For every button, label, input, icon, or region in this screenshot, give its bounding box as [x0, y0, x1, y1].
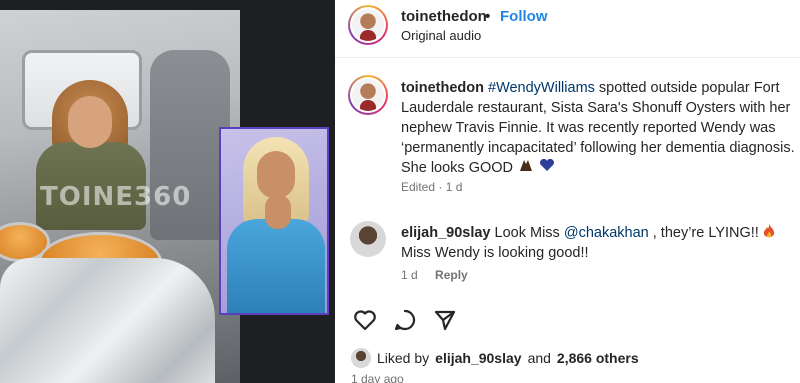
post-panel: toinethedon • Follow Original audio toin…	[335, 0, 800, 383]
caption-avatar[interactable]	[348, 75, 388, 115]
comment-text: elijah_90slay Look Miss @chakakhan , the…	[401, 223, 797, 263]
comment-mention[interactable]: @chakakhan	[564, 225, 649, 241]
likes-summary: Liked by elijah_90slay and 2,866 others	[351, 348, 639, 368]
heart-icon[interactable]	[353, 309, 377, 331]
caption-text: toinethedon #WendyWilliams spotted outsi…	[401, 78, 797, 178]
caption-username[interactable]: toinethedon	[401, 80, 484, 96]
video-frame: TOINE360	[0, 10, 240, 383]
caption-meta: Edited · 1 d	[401, 180, 463, 194]
caption-hashtag[interactable]: #WendyWilliams	[488, 80, 595, 96]
commenter-username[interactable]: elijah_90slay	[401, 225, 491, 241]
comment-age: 1 d	[401, 268, 418, 282]
author-username[interactable]: toinethedon	[401, 8, 487, 25]
hands-icon	[520, 160, 533, 172]
post-header: toinethedon • Follow Original audio	[335, 0, 800, 58]
inset-photo	[219, 127, 329, 315]
reply-button[interactable]: Reply	[435, 268, 468, 282]
liker-avatar[interactable]	[351, 348, 371, 368]
action-bar	[353, 306, 457, 334]
foil-wrap	[0, 258, 215, 383]
comment-meta: 1 d Reply	[401, 268, 482, 282]
comment-body: Miss Wendy is looking good!!	[401, 245, 589, 261]
watermark: TOINE360	[40, 182, 192, 212]
audio-label[interactable]: Original audio	[401, 28, 481, 43]
author-avatar[interactable]	[348, 5, 388, 45]
likes-others[interactable]: 2,866 others	[557, 350, 639, 366]
commenter-avatar[interactable]	[350, 221, 386, 257]
share-icon[interactable]	[433, 308, 457, 332]
comment-body: , they’re LYING!!	[648, 225, 763, 241]
post-date: 1 day ago	[351, 372, 404, 383]
likes-and: and	[527, 350, 551, 366]
comment-icon[interactable]	[393, 308, 417, 332]
likes-prefix: Liked by	[377, 350, 430, 366]
follow-button[interactable]: Follow	[500, 8, 548, 25]
fire-icon	[763, 224, 775, 238]
blue-heart-icon	[540, 159, 555, 172]
comment-body: Look Miss	[490, 225, 564, 241]
post-media[interactable]: TOINE360	[0, 0, 335, 383]
liker-username[interactable]: elijah_90slay	[435, 350, 521, 366]
separator-dot: •	[485, 8, 491, 25]
